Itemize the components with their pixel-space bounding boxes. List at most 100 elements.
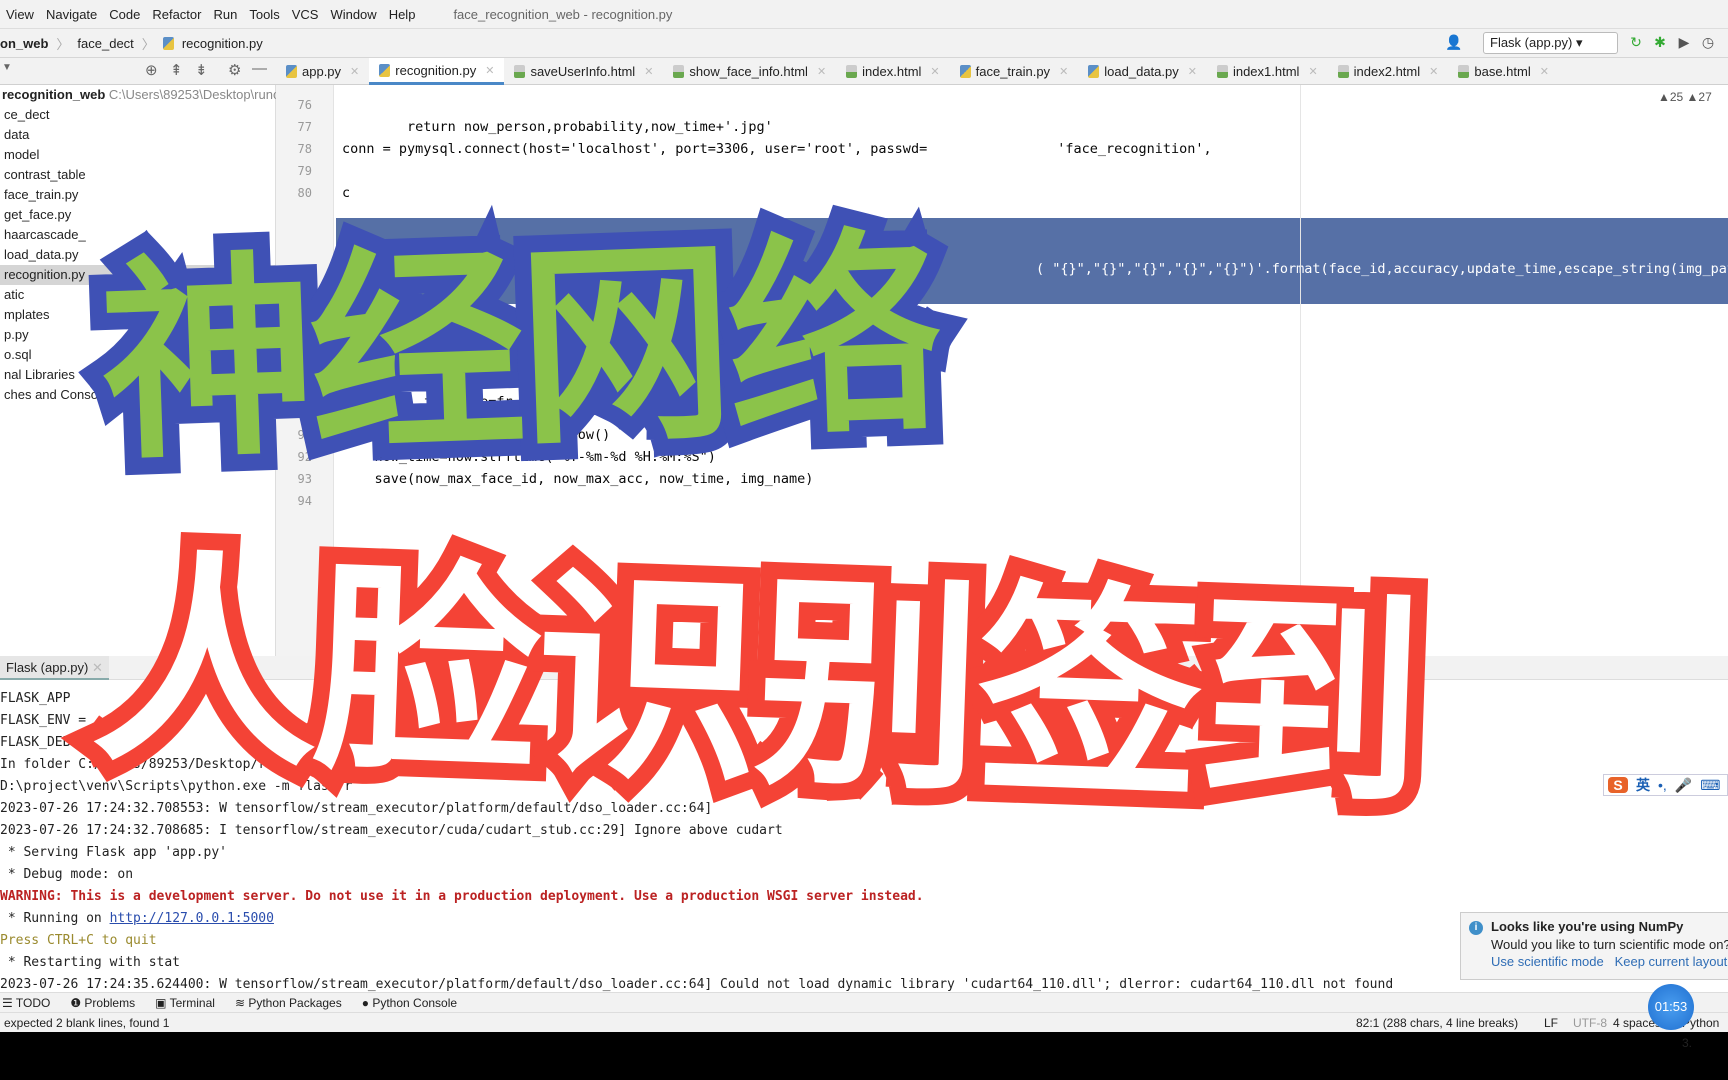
close-tab-icon[interactable]: ✕ xyxy=(485,64,494,77)
tree-item[interactable]: ce_dect xyxy=(0,105,276,125)
tree-item[interactable]: data xyxy=(0,125,276,145)
console-line: Press CTRL+C to quit xyxy=(0,933,157,948)
overlay-title-face-checkin: 人脸识别签到 xyxy=(72,513,1440,855)
run-config-select[interactable]: Flask (app.py) ▾ xyxy=(1483,32,1618,54)
menu-tools[interactable]: Tools xyxy=(249,7,279,22)
html-file-icon xyxy=(673,65,685,78)
microphone-icon[interactable]: 🎤 xyxy=(1675,777,1692,794)
profile-icon[interactable]: ◷ xyxy=(1700,34,1716,50)
console-line: FLASK_DEBUG xyxy=(0,735,86,750)
console-line: 2023-07-26 17:24:35.624400: W tensorflow… xyxy=(0,977,1393,992)
coverage-icon[interactable]: ▶ xyxy=(1676,34,1692,50)
expand-all-icon[interactable]: ⇞ xyxy=(170,61,183,79)
tab-load_data-py[interactable]: load_data.py ✕ xyxy=(1078,58,1207,85)
close-tab-icon[interactable]: ✕ xyxy=(1308,65,1317,78)
menu-code[interactable]: Code xyxy=(109,7,140,22)
file-encoding[interactable]: UTF-8 xyxy=(1573,1013,1607,1033)
close-tab-icon[interactable]: ✕ xyxy=(1429,65,1438,78)
menu-refactor[interactable]: Refactor xyxy=(152,7,201,22)
breadcrumb-project[interactable]: on_web xyxy=(0,36,48,51)
close-tab-icon[interactable]: ✕ xyxy=(644,65,653,78)
tree-item[interactable]: contrast_table xyxy=(0,165,276,185)
ime-punctuation[interactable]: •, xyxy=(1658,777,1667,793)
window-title: face_recognition_web - recognition.py xyxy=(453,6,673,22)
html-file-icon xyxy=(1458,65,1470,78)
locate-icon[interactable]: ⊕ xyxy=(145,61,158,79)
console-line: * Serving Flask app 'app.py' xyxy=(0,845,227,860)
server-url-link[interactable]: http://127.0.0.1:5000 xyxy=(110,911,274,926)
menu-help[interactable]: Help xyxy=(389,7,416,22)
html-file-icon xyxy=(514,65,526,78)
tree-item-label: haarcascade_ xyxy=(4,227,86,242)
close-tab-icon[interactable]: ✕ xyxy=(1540,65,1549,78)
notification-body: Would you like to turn scientific mode o… xyxy=(1491,937,1728,952)
python-console-button[interactable]: ● Python Console xyxy=(362,996,457,1010)
status-bar: expected 2 blank lines, found 1 82:1 (28… xyxy=(0,1012,1728,1050)
breadcrumb-file[interactable]: recognition.py xyxy=(182,36,263,51)
python-packages-button[interactable]: ≋ Python Packages xyxy=(235,996,342,1010)
close-tab-icon[interactable]: ✕ xyxy=(350,65,359,78)
close-tab-icon[interactable]: ✕ xyxy=(1188,65,1197,78)
gear-icon[interactable]: ⚙ xyxy=(228,61,241,79)
tree-item-label: ches and Consoles xyxy=(4,387,115,402)
ime-mode[interactable]: 英 xyxy=(1636,775,1650,795)
python-file-icon xyxy=(286,65,297,78)
collapse-all-icon[interactable]: ⇟ xyxy=(195,61,208,79)
tab-recognition-py[interactable]: recognition.py ✕ xyxy=(369,58,505,85)
tool-window-bar: ☰ TODO ❶ Problems ▣ Terminal ≋ Python Pa… xyxy=(0,992,1728,1012)
tab-app-py[interactable]: app.py ✕ xyxy=(276,58,369,85)
menu-view[interactable]: View xyxy=(6,7,34,22)
tab-label: index.html xyxy=(862,64,922,79)
console-text: 2023-07-26 17:24:35.624400: W tensorflow… xyxy=(0,977,1394,992)
selected-code-line: ( "{}","{}","{}","{}","{}")'.format(face… xyxy=(1036,261,1728,277)
console-line: * Running on http://127.0.0.1:5000 xyxy=(0,911,274,926)
close-tab-icon[interactable]: ✕ xyxy=(817,65,826,78)
tab-index2-html[interactable]: index2.html ✕ xyxy=(1328,58,1449,85)
console-line: WARNING: This is a development server. D… xyxy=(0,889,924,904)
tab-label: app.py xyxy=(302,64,342,79)
html-file-icon xyxy=(846,65,858,78)
rerun-icon[interactable]: ↻ xyxy=(1628,34,1644,50)
tab-index1-html[interactable]: index1.html ✕ xyxy=(1207,58,1328,85)
tree-item[interactable]: model xyxy=(0,145,276,165)
tree-item-label: face_train.py xyxy=(4,187,79,202)
project-root[interactable]: recognition_web xyxy=(2,87,105,102)
cursor-position[interactable]: 82:1 (288 chars, 4 line breaks) xyxy=(1356,1013,1518,1033)
ime-toolbar[interactable]: S 英 •, 🎤 ⌨ xyxy=(1603,774,1728,796)
terminal-button[interactable]: ▣ Terminal xyxy=(155,996,215,1010)
python-file-icon xyxy=(1088,65,1100,78)
tab-face_train-py[interactable]: face_train.py ✕ xyxy=(950,58,1079,85)
tab-saveUserInfo-html[interactable]: saveUserInfo.html ✕ xyxy=(504,58,663,85)
tree-item-label: nal Libraries xyxy=(4,367,75,382)
debug-icon[interactable]: ✱ xyxy=(1652,34,1668,50)
python-file-icon xyxy=(379,63,391,77)
menu-bar: View Navigate Code Refactor Run Tools VC… xyxy=(0,0,1728,29)
use-scientific-mode-link[interactable]: Use scientific mode xyxy=(1491,954,1604,969)
user-icon[interactable]: 👤 xyxy=(1445,34,1462,50)
keep-current-layout-link[interactable]: Keep current layout xyxy=(1615,954,1728,969)
line-separator[interactable]: LF xyxy=(1544,1013,1558,1033)
project-dropdown-icon[interactable]: ▼ xyxy=(2,62,12,73)
problems-button[interactable]: ❶ Problems xyxy=(70,996,135,1010)
menu-run[interactable]: Run xyxy=(213,7,237,22)
menu-vcs[interactable]: VCS xyxy=(292,7,319,22)
console-line: * Restarting with stat xyxy=(0,955,180,970)
run-config-label: Flask (app.py) xyxy=(1490,35,1573,50)
tree-item-label: recognition.py xyxy=(4,267,85,282)
hide-icon[interactable]: — xyxy=(252,60,267,77)
close-tab-icon[interactable]: ✕ xyxy=(930,65,939,78)
tab-label: recognition.py xyxy=(395,62,477,78)
problems-label: Problems xyxy=(84,995,136,1010)
status-message: expected 2 blank lines, found 1 xyxy=(4,1016,170,1030)
breadcrumb-separator: 〉 xyxy=(141,36,155,52)
inspection-warnings[interactable]: ▲25 ▲27 xyxy=(1658,90,1712,104)
close-tab-icon[interactable]: ✕ xyxy=(1059,65,1068,78)
breadcrumb-folder[interactable]: face_dect xyxy=(77,36,133,51)
tab-base-html[interactable]: base.html ✕ xyxy=(1448,58,1559,85)
menu-navigate[interactable]: Navigate xyxy=(46,7,97,22)
tab-index-html[interactable]: index.html ✕ xyxy=(836,58,949,85)
menu-window[interactable]: Window xyxy=(330,7,376,22)
keyboard-icon[interactable]: ⌨ xyxy=(1700,777,1720,794)
tab-show_face_info-html[interactable]: show_face_info.html ✕ xyxy=(663,58,836,85)
todo-button[interactable]: ☰ TODO xyxy=(2,996,50,1010)
